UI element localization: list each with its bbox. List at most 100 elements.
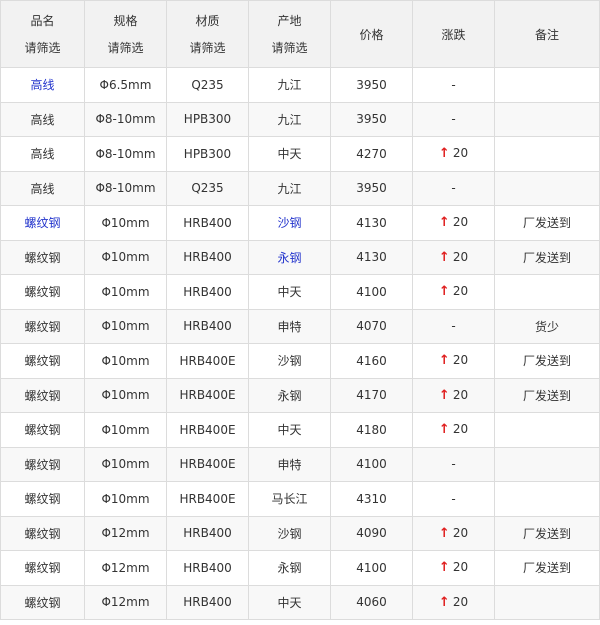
cell-spec-text: Φ10mm (101, 250, 150, 265)
cell-spec: Φ10mm (84, 446, 167, 482)
table-row: 螺纹钢 Φ12mm HRB400 永钢 4100 ↑ 20 厂发送到 (0, 550, 600, 586)
cell-price: 4100 (330, 550, 413, 586)
col-spec-filter[interactable]: 请筛选 (86, 39, 166, 56)
table-row: 高线 Φ8-10mm HPB300 九江 3950 - (0, 101, 600, 137)
col-material-filter[interactable]: 请筛选 (168, 39, 248, 56)
cell-name-text[interactable]: 高线 (30, 78, 54, 92)
cell-change: ↑ 20 (412, 584, 495, 620)
cell-name-text: 高线 (30, 112, 55, 127)
cell-name: 螺纹钢 (0, 343, 85, 379)
col-price-header: 价格 (330, 0, 413, 68)
table-row: 螺纹钢 Φ12mm HRB400 中天 4060 ↑ 20 (0, 584, 600, 620)
up-arrow-icon: ↑ (438, 422, 450, 438)
cell-origin-text[interactable]: 沙钢 (277, 216, 301, 230)
col-price-label: 价格 (359, 27, 384, 42)
steel-price-table: 品名 请筛选 规格 请筛选 材质 请筛选 产地 请筛选 价格 涨跌 备注 高线 … (0, 0, 600, 620)
cell-name: 螺纹钢 (0, 481, 85, 517)
cell-origin-text[interactable]: 永钢 (277, 251, 301, 265)
cell-price-text: 4130 (356, 215, 387, 230)
cell-name-text: 螺纹钢 (24, 423, 61, 438)
cell-material: HRB400E (166, 481, 249, 517)
cell-change-text: - (451, 77, 456, 92)
cell-spec-text: Φ10mm (101, 388, 150, 403)
cell-origin: 中天 (248, 412, 331, 448)
up-arrow-icon: ↑ (438, 146, 450, 162)
cell-spec: Φ10mm (84, 239, 167, 275)
up-arrow-icon: ↑ (438, 525, 450, 541)
col-name-filter[interactable]: 请筛选 (2, 39, 84, 56)
cell-spec: Φ12mm (84, 515, 167, 551)
cell-name: 螺纹钢 (0, 446, 85, 482)
cell-origin: 永钢 (248, 239, 331, 275)
cell-note-text: 厂发送到 (522, 561, 571, 576)
cell-change-text: - (451, 457, 456, 472)
cell-spec-text: Φ10mm (101, 319, 150, 334)
table-row: 螺纹钢 Φ10mm HRB400 沙钢 4130 ↑ 20 厂发送到 (0, 205, 600, 241)
cell-name-text: 高线 (30, 181, 55, 196)
cell-material: HRB400E (166, 412, 249, 448)
cell-origin: 中天 (248, 584, 331, 620)
cell-price-text: 4060 (356, 595, 387, 610)
cell-material-text: HRB400 (183, 215, 232, 230)
cell-name: 螺纹钢 (0, 308, 85, 344)
cell-spec-text: Φ10mm (101, 457, 150, 472)
cell-spec: Φ10mm (84, 343, 167, 379)
up-arrow-icon: ↑ (438, 594, 450, 610)
col-change-label: 涨跌 (441, 27, 466, 42)
col-name-header: 品名 请筛选 (0, 0, 85, 68)
table-row: 高线 Φ8-10mm Q235 九江 3950 - (0, 170, 600, 206)
cell-material: HRB400 (166, 584, 249, 620)
cell-note-text: 厂发送到 (522, 526, 571, 541)
cell-change-text: - (451, 491, 456, 506)
cell-note: 厂发送到 (494, 377, 600, 413)
col-origin-header: 产地 请筛选 (248, 0, 331, 68)
cell-material: HPB300 (166, 136, 249, 172)
cell-material: HRB400 (166, 274, 249, 310)
cell-price: 4070 (330, 308, 413, 344)
table-row: 高线 Φ6.5mm Q235 九江 3950 - (0, 67, 600, 103)
cell-spec: Φ10mm (84, 481, 167, 517)
cell-change-text: 20 (452, 560, 469, 575)
cell-change: ↑ 20 (412, 377, 495, 413)
cell-change-text: 20 (452, 387, 469, 402)
cell-note (494, 446, 600, 482)
col-origin-filter[interactable]: 请筛选 (250, 39, 330, 56)
cell-origin-text: 申特 (277, 457, 302, 472)
table-body: 高线 Φ6.5mm Q235 九江 3950 - 高线 Φ8-10mm HPB300 九江 3950… (0, 67, 600, 620)
cell-origin-text: 申特 (277, 319, 302, 334)
cell-price-text: 4070 (356, 319, 387, 334)
up-arrow-icon: ↑ (438, 353, 450, 369)
cell-price-text: 4160 (356, 353, 387, 368)
cell-price-text: 4090 (356, 526, 387, 541)
cell-material-text: HRB400 (183, 284, 232, 299)
cell-spec: Φ12mm (84, 584, 167, 620)
cell-name-text[interactable]: 螺纹钢 (24, 216, 60, 230)
cell-change-text: 20 (452, 249, 469, 264)
cell-spec-text: Φ8-10mm (95, 146, 156, 161)
cell-change-text: - (451, 112, 456, 127)
up-arrow-icon: ↑ (438, 249, 450, 265)
cell-change-text: 20 (452, 422, 469, 437)
cell-note (494, 412, 600, 448)
cell-change-text: - (451, 181, 456, 196)
cell-spec: Φ10mm (84, 205, 167, 241)
cell-origin-text: 九江 (277, 181, 302, 196)
cell-material-text: HRB400 (183, 560, 232, 575)
cell-price: 4060 (330, 584, 413, 620)
cell-spec: Φ6.5mm (84, 67, 167, 103)
cell-material-text: Q235 (191, 181, 224, 196)
cell-name-text: 螺纹钢 (24, 457, 61, 472)
cell-price-text: 3950 (356, 77, 387, 92)
cell-spec-text: Φ10mm (101, 422, 150, 437)
col-name-label: 品名 (30, 14, 55, 28)
cell-name-text: 螺纹钢 (24, 354, 61, 369)
cell-name: 螺纹钢 (0, 377, 85, 413)
cell-price: 4270 (330, 136, 413, 172)
cell-change: - (412, 446, 495, 482)
cell-price-text: 4310 (356, 491, 387, 506)
cell-price-text: 4180 (356, 422, 387, 437)
cell-material: Q235 (166, 67, 249, 103)
cell-origin: 永钢 (248, 377, 331, 413)
cell-material: HRB400 (166, 239, 249, 275)
cell-spec: Φ10mm (84, 308, 167, 344)
